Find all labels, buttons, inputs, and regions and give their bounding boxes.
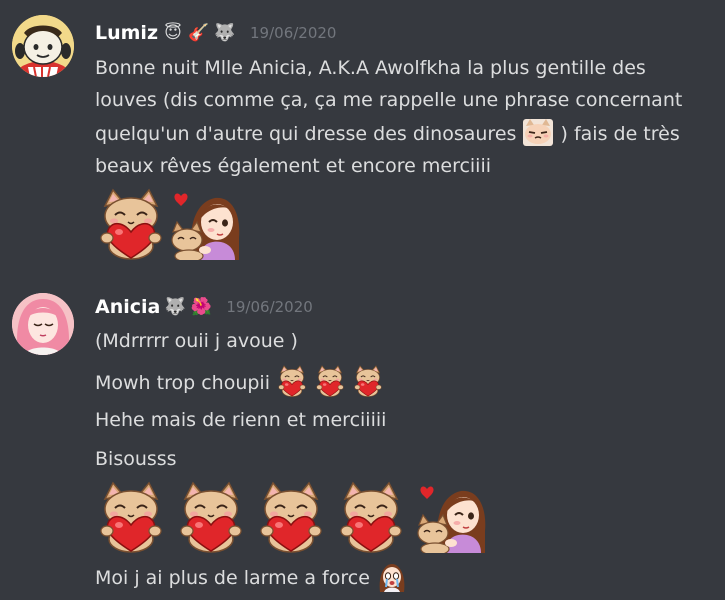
message-line: Hehe mais de rienn et merciiiii <box>95 409 387 431</box>
message-line-part: quelqu'un d'autre qui dresse des dinosau… <box>95 123 517 145</box>
message-line: louves (dis comme ça, ça me rappelle une… <box>95 89 683 111</box>
wolf-icon[interactable]: 🐺 <box>214 22 236 44</box>
wolf-icon[interactable]: 🐺 <box>164 296 186 318</box>
girl-hug-cat-emote-icon[interactable] <box>169 188 241 260</box>
message-line: beaux rêves également et encore merciiii <box>95 155 492 177</box>
hibiscus-icon[interactable]: 🌺 <box>190 296 212 318</box>
message-line: Moi j ai plus de larme a force <box>95 560 408 594</box>
cat-heart-emote-icon[interactable] <box>276 365 308 397</box>
message-line-part: Moi j ai plus de larme a force <box>95 567 370 589</box>
emote-row <box>95 188 241 260</box>
lumiz-avatar-icon <box>12 15 74 77</box>
anicia-avatar-icon <box>12 293 74 355</box>
guitar-icon[interactable]: 🎸 <box>188 22 210 44</box>
cat-heart-emote-icon[interactable] <box>95 481 167 553</box>
girl-hug-cat-emote-icon[interactable] <box>415 481 487 553</box>
crying-girl-emote-icon[interactable] <box>376 560 408 592</box>
message-text: Bonne nuit Mlle Anicia, A.K.A Awolfkha l… <box>95 52 715 182</box>
message-line: Mowh trop choupii <box>95 365 384 399</box>
message-line-part: Mowh trop choupii <box>95 372 270 394</box>
message-line: Bonne nuit Mlle Anicia, A.K.A Awolfkha l… <box>95 57 646 79</box>
message-line: (Mdrrrrr ouii j avoue ) <box>95 330 298 352</box>
halo-smile-icon[interactable]: 😇 <box>162 22 184 44</box>
smug-cat-emote-icon[interactable] <box>522 116 554 148</box>
message-header: Lumiz 😇 🎸 🐺 19/06/2020 <box>95 19 336 47</box>
emote-row <box>95 481 487 553</box>
username[interactable]: Lumiz <box>95 22 158 44</box>
message-anicia: Anicia 🐺 🌺 19/06/2020 (Mdrrrrr ouii j av… <box>0 285 725 600</box>
timestamp[interactable]: 19/06/2020 <box>250 24 336 42</box>
message-line: Bisousss <box>95 448 177 470</box>
message-line: quelqu'un d'autre qui dresse des dinosau… <box>95 116 715 150</box>
cat-heart-emote-icon[interactable] <box>314 365 346 397</box>
username[interactable]: Anicia <box>95 296 160 318</box>
cat-heart-emote-icon[interactable] <box>175 481 247 553</box>
avatar[interactable] <box>12 15 74 77</box>
avatar[interactable] <box>12 293 74 355</box>
timestamp[interactable]: 19/06/2020 <box>226 298 312 316</box>
message-line-part: ) fais de très <box>560 123 680 145</box>
message-header: Anicia 🐺 🌺 19/06/2020 <box>95 293 313 321</box>
cat-heart-emote-icon[interactable] <box>335 481 407 553</box>
cat-heart-emote-icon[interactable] <box>95 188 167 260</box>
message-lumiz: Lumiz 😇 🎸 🐺 19/06/2020 Bonne nuit Mlle A… <box>0 0 725 275</box>
cat-heart-emote-icon[interactable] <box>352 365 384 397</box>
cat-heart-emote-icon[interactable] <box>255 481 327 553</box>
